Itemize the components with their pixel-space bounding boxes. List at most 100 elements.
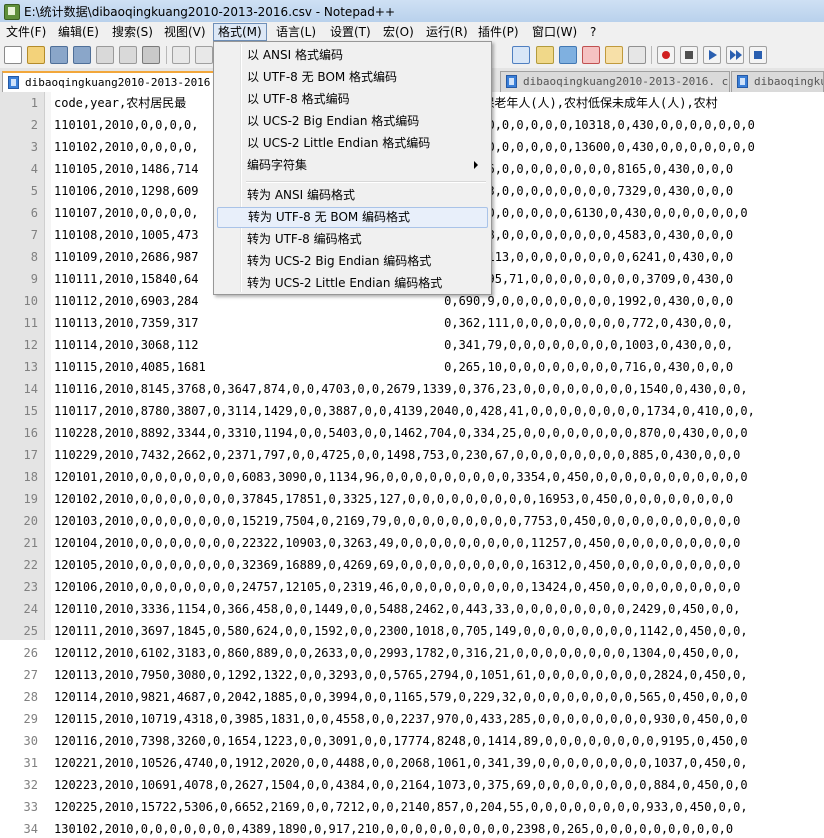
menu-item-convert-utf8[interactable]: 转为 UTF-8 编码格式 [217,229,488,250]
save-icon[interactable] [50,46,68,64]
code-line: 120111,2010,3697,1845,0,580,624,0,0,1592… [54,624,748,638]
menu-item-convert-ucs2-be[interactable]: 转为 UCS-2 Big Endian 编码格式 [217,251,488,272]
code-line: 120115,2010,10719,4318,0,3985,1831,0,0,4… [54,712,748,726]
monitor-icon[interactable] [628,46,646,64]
line-number: 26 [23,646,38,660]
save-all-icon[interactable] [73,46,91,64]
cut-icon[interactable] [172,46,190,64]
code-line: 110113,2010,7359,317 0,362,111,0,0,0,0,0… [54,316,734,330]
copy-icon[interactable] [195,46,213,64]
format-menu-dropdown: 以 ANSI 格式编码 以 UTF-8 无 BOM 格式编码 以 UTF-8 格… [213,41,492,295]
run-macro-multiple-icon[interactable] [726,46,744,64]
menu-item-character-sets-label: 编码字符集 [247,158,308,172]
menu-window[interactable]: 窗口(W) [528,23,581,41]
close-all-icon[interactable] [119,46,137,64]
close-icon[interactable] [96,46,114,64]
line-number: 17 [23,448,38,462]
code-line: 120110,2010,3336,1154,0,366,458,0,0,1449… [54,602,741,616]
tab-label: dibaoqingkuang2010 [754,75,823,88]
menu-view[interactable]: 视图(V) [160,23,210,41]
line-number: 33 [23,800,38,814]
code-line: 120112,2010,6102,3183,0,860,889,0,0,2633… [54,646,741,660]
code-line: 120104,2010,0,0,0,0,0,0,0,22322,10903,0,… [54,536,741,550]
menu-help[interactable]: ? [586,23,600,41]
menu-run[interactable]: 运行(R) [422,23,472,41]
tab-dibaoqingkuang-3[interactable]: dibaoqingkuang2010 [731,71,824,92]
new-file-icon[interactable] [4,46,22,64]
word-wrap-icon[interactable] [512,46,530,64]
code-line: 120102,2010,0,0,0,0,0,0,0,37845,17851,0,… [54,492,734,506]
menu-item-convert-ansi[interactable]: 转为 ANSI 编码格式 [217,185,488,206]
code-line: 120105,2010,0,0,0,0,0,0,0,32369,16889,0,… [54,558,741,572]
tab-dibaoqingkuang-2[interactable]: dibaoqingkuang2010-2013-2016. csv [500,71,730,92]
code-line: 120113,2010,7950,3080,0,1292,1322,0,0,32… [54,668,748,682]
tab-label: dibaoqingkuang2010-2013-2016. csv [25,76,242,89]
code-line: 130102,2010,0,0,0,0,0,0,0,4389,1890,0,91… [54,822,734,836]
line-number: 5 [30,184,38,198]
code-line: 110117,2010,8780,3807,0,3114,1429,0,0,38… [54,404,755,418]
menu-plugins[interactable]: 插件(P) [474,23,523,41]
menu-item-encode-utf8[interactable]: 以 UTF-8 格式编码 [217,89,488,110]
menu-item-encode-ucs2-be[interactable]: 以 UCS-2 Big Endian 格式编码 [217,111,488,132]
menu-search[interactable]: 搜索(S) [108,23,157,41]
code-line: 120101,2010,0,0,0,0,0,0,0,6083,3090,0,11… [54,470,748,484]
indent-guide-icon[interactable] [559,46,577,64]
window-title: E:\统计数据\dibaoqingkuang2010-2013-2016.csv… [24,5,396,19]
open-file-icon[interactable] [27,46,45,64]
line-number: 13 [23,360,38,374]
line-number: 23 [23,580,38,594]
line-number: 6 [30,206,38,220]
menu-language[interactable]: 语言(L) [272,23,320,41]
line-number: 7 [30,228,38,242]
print-icon[interactable] [142,46,160,64]
code-line: 110116,2010,8145,3768,0,3647,874,0,0,470… [54,382,748,396]
line-number: 18 [23,470,38,484]
menu-item-convert-utf8-no-bom[interactable]: 转为 UTF-8 无 BOM 编码格式 [217,207,488,228]
record-macro-icon[interactable] [657,46,675,64]
line-number: 21 [23,536,38,550]
line-number: 22 [23,558,38,572]
line-number: 32 [23,778,38,792]
code-line: 120223,2010,10691,4078,0,2627,1504,0,0,4… [54,778,748,792]
tab-dibaoqingkuang-active[interactable]: dibaoqingkuang2010-2013-2016. csv [2,71,242,93]
line-number: 29 [23,712,38,726]
line-number: 27 [23,668,38,682]
toolbar-separator [651,46,652,64]
menu-item-encode-ucs2-le[interactable]: 以 UCS-2 Little Endian 格式编码 [217,133,488,154]
menu-item-encode-ansi[interactable]: 以 ANSI 格式编码 [217,45,488,66]
line-number: 19 [23,492,38,506]
play-macro-icon[interactable] [703,46,721,64]
menu-item-character-sets[interactable]: 编码字符集 [217,155,488,176]
menu-separator [246,181,486,183]
line-number: 8 [30,250,38,264]
menu-settings[interactable]: 设置(T) [326,23,375,41]
show-symbols-icon[interactable] [536,46,554,64]
menu-format[interactable]: 格式(M) [213,23,267,41]
stop-macro-icon[interactable] [680,46,698,64]
menu-macro[interactable]: 宏(O) [379,23,418,41]
line-number: 11 [23,316,38,330]
folder-icon[interactable] [605,46,623,64]
menu-edit[interactable]: 编辑(E) [54,23,103,41]
notepadpp-app-icon [4,4,20,20]
file-saved-icon [506,75,517,88]
code-line: 110114,2010,3068,112 0,341,79,0,0,0,0,0,… [54,338,734,352]
line-number-gutter: 1 2 3 4 5 6 7 8 9 10 11 12 13 14 15 16 17 18 19 20 21 22 23 24 2… [0,92,45,836]
file-saved-icon [737,75,748,88]
line-number: 20 [23,514,38,528]
fold-margin [45,92,51,640]
menu-item-convert-ucs2-le[interactable]: 转为 UCS-2 Little Endian 编码格式 [217,273,488,294]
line-number: 30 [23,734,38,748]
line-number: 15 [23,404,38,418]
line-number: 3 [30,140,38,154]
menu-item-encode-utf8-no-bom[interactable]: 以 UTF-8 无 BOM 格式编码 [217,67,488,88]
menu-file[interactable]: 文件(F) [2,23,50,41]
language-icon[interactable] [582,46,600,64]
save-macro-icon[interactable] [749,46,767,64]
line-number: 28 [23,690,38,704]
code-line: 120106,2010,0,0,0,0,0,0,0,24757,12105,0,… [54,580,741,594]
line-number: 14 [23,382,38,396]
code-line: 110115,2010,4085,1681 0,265,10,0,0,0,0,0… [54,360,734,374]
code-line: 120114,2010,9821,4687,0,2042,1885,0,0,39… [54,690,748,704]
code-line: 110228,2010,8892,3344,0,3310,1194,0,0,54… [54,426,748,440]
